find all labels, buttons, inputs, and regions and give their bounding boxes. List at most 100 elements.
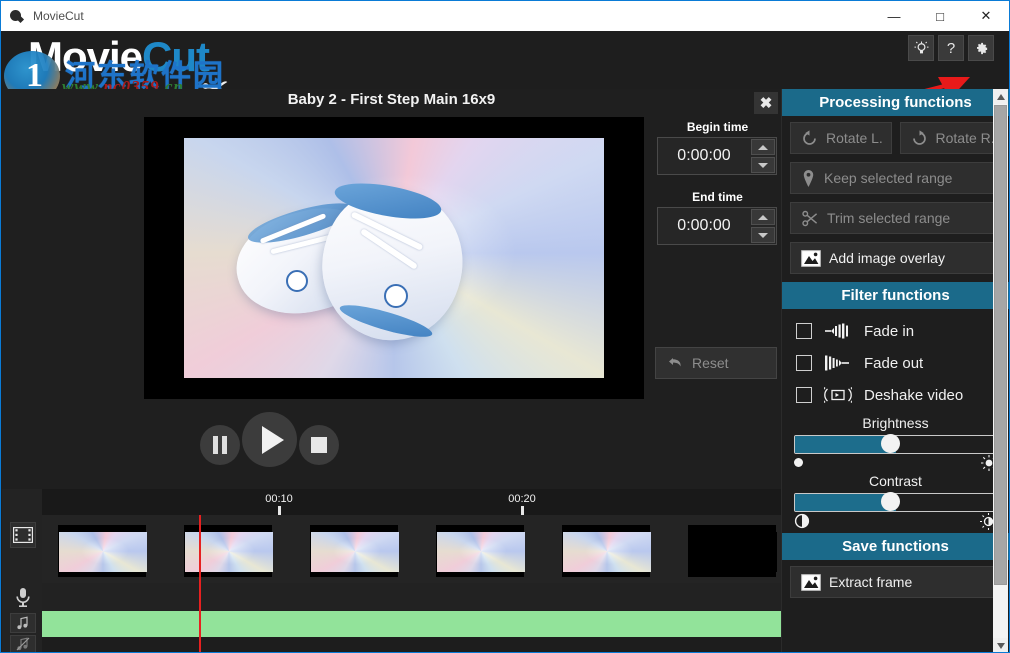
help-icon[interactable]: ? — [938, 35, 964, 61]
close-preview-icon[interactable]: ✖ — [754, 92, 778, 114]
timeline-frame[interactable] — [436, 525, 524, 577]
scrollbar-up-button[interactable] — [993, 89, 1008, 104]
panel-scrollbar[interactable] — [993, 89, 1008, 653]
extra-track-empty[interactable] — [42, 637, 781, 653]
extract-frame-button[interactable]: Extract frame — [790, 566, 1001, 598]
fade-in-checkbox[interactable] — [796, 323, 812, 339]
microphone-track-icon[interactable] — [10, 584, 36, 610]
header-tool-buttons: ? — [908, 35, 994, 61]
trim-selected-range-label: Trim selected range — [827, 210, 950, 226]
keep-selected-range-button[interactable]: Keep selected range — [790, 162, 1001, 194]
begin-time-down-icon[interactable] — [751, 157, 775, 173]
baby-shoe-right — [322, 180, 492, 340]
timeline-frame[interactable] — [688, 525, 776, 577]
timeline-frame[interactable] — [310, 525, 398, 577]
scrollbar-thumb[interactable] — [994, 105, 1007, 585]
video-frame-image — [184, 138, 604, 378]
window-title: MovieCut — [33, 9, 871, 23]
lightbulb-icon[interactable] — [908, 35, 934, 61]
filter-functions-heading: Filter functions — [782, 282, 1009, 309]
reset-button[interactable]: Reset — [655, 347, 777, 379]
rotate-left-button[interactable]: Rotate L. — [790, 122, 892, 154]
begin-time-field[interactable]: 0:00:00 — [657, 137, 777, 175]
undo-arrow-icon — [668, 356, 684, 370]
ruler-label-2: 00:20 — [508, 493, 536, 505]
contrast-slider[interactable] — [794, 493, 997, 527]
image-icon — [801, 574, 821, 591]
trim-selected-range-button[interactable]: Trim selected range — [790, 202, 1001, 234]
rotate-button-row: Rotate L. Rotate R. — [790, 122, 1001, 154]
brightness-label: Brightness — [790, 415, 1001, 431]
end-time-field[interactable]: 0:00:00 — [657, 207, 777, 245]
pause-button[interactable] — [200, 425, 240, 465]
time-range-panel: ✖ Begin time 0:00:00 End time 0:00:00 — [654, 89, 781, 489]
scissors-icon — [801, 210, 819, 227]
ruler-tick-1 — [278, 506, 281, 515]
add-image-overlay-label: Add image overlay — [829, 250, 945, 266]
begin-time-label: Begin time — [654, 120, 781, 134]
ruler-tick-2 — [521, 506, 524, 515]
app-icon — [9, 8, 25, 24]
scrollbar-down-button[interactable] — [993, 638, 1008, 653]
settings-gear-icon[interactable] — [968, 35, 994, 61]
title-bar: MovieCut — □ ✕ — [1, 1, 1009, 31]
extract-frame-label: Extract frame — [829, 574, 912, 590]
fade-out-label: Fade out — [864, 355, 923, 372]
video-canvas[interactable] — [144, 117, 644, 399]
timeline-track-rail — [2, 489, 42, 653]
end-time-down-icon[interactable] — [751, 227, 775, 243]
filmstrip-track-icon[interactable] — [10, 522, 36, 548]
deshake-video-checkbox[interactable] — [796, 387, 812, 403]
brightness-slider-endpoints — [794, 455, 997, 471]
save-functions-body: Extract frame — [782, 566, 1009, 598]
timeline-frame[interactable] — [562, 525, 650, 577]
rotate-right-label: Rotate R. — [936, 130, 995, 146]
filter-functions-body: Fade in Fade out Deshake video Brightnes… — [782, 315, 1009, 527]
timeline-area: 00:10 00:20 — [2, 489, 781, 653]
keep-selected-range-label: Keep selected range — [824, 170, 952, 186]
maximize-button[interactable]: □ — [917, 1, 963, 31]
stop-button[interactable] — [299, 425, 339, 465]
play-button[interactable] — [242, 412, 297, 467]
image-icon — [801, 250, 821, 267]
fade-in-row[interactable]: Fade in — [790, 315, 1001, 347]
begin-time-value[interactable]: 0:00:00 — [658, 147, 750, 165]
fade-out-row[interactable]: Fade out — [790, 347, 1001, 379]
music-muted-track-icon[interactable] — [10, 635, 36, 653]
brand-header: MovieCut ✂ 1 河东软件园 www.pc0359.cn ? — [2, 31, 1009, 89]
end-time-up-icon[interactable] — [751, 209, 775, 225]
processing-functions-body: Rotate L. Rotate R. Keep selected range … — [782, 122, 1009, 274]
timeline-frame[interactable] — [184, 525, 272, 577]
rotate-right-icon — [911, 130, 928, 147]
moviecut-window: MovieCut — □ ✕ MovieCut ✂ 1 河东软件园 www.pc… — [0, 0, 1010, 653]
music-track-icon[interactable] — [10, 613, 36, 633]
deshake-video-row[interactable]: Deshake video — [790, 379, 1001, 411]
end-time-stepper[interactable] — [750, 208, 776, 244]
fade-out-checkbox[interactable] — [796, 355, 812, 371]
brightness-slider[interactable] — [794, 435, 997, 469]
fade-out-icon — [824, 355, 852, 371]
begin-time-up-icon[interactable] — [751, 139, 775, 155]
timeline-ruler[interactable]: 00:10 00:20 — [42, 489, 781, 515]
end-time-label: End time — [654, 190, 781, 204]
timeline-frame[interactable] — [58, 525, 146, 577]
close-button[interactable]: ✕ — [963, 1, 1009, 31]
begin-time-stepper[interactable] — [750, 138, 776, 174]
music-track-clip[interactable] — [42, 611, 781, 637]
contrast-label: Contrast — [790, 473, 1001, 489]
timeline-playhead[interactable] — [199, 515, 201, 653]
rotate-right-button[interactable]: Rotate R. — [900, 122, 1002, 154]
pin-icon — [801, 170, 816, 187]
audio-track-empty[interactable] — [42, 583, 781, 611]
deshake-icon — [824, 387, 852, 403]
ruler-label-1: 00:10 — [265, 493, 293, 505]
pause-icon — [213, 436, 227, 454]
minimize-button[interactable]: — — [871, 1, 917, 31]
contrast-slider-endpoints — [794, 513, 997, 530]
end-time-value[interactable]: 0:00:00 — [658, 217, 750, 235]
add-image-overlay-button[interactable]: Add image overlay — [790, 242, 1001, 274]
play-icon — [262, 426, 284, 454]
rotate-left-icon — [801, 130, 818, 147]
half-circle-icon — [794, 513, 810, 529]
timeline-frames[interactable] — [42, 515, 781, 583]
